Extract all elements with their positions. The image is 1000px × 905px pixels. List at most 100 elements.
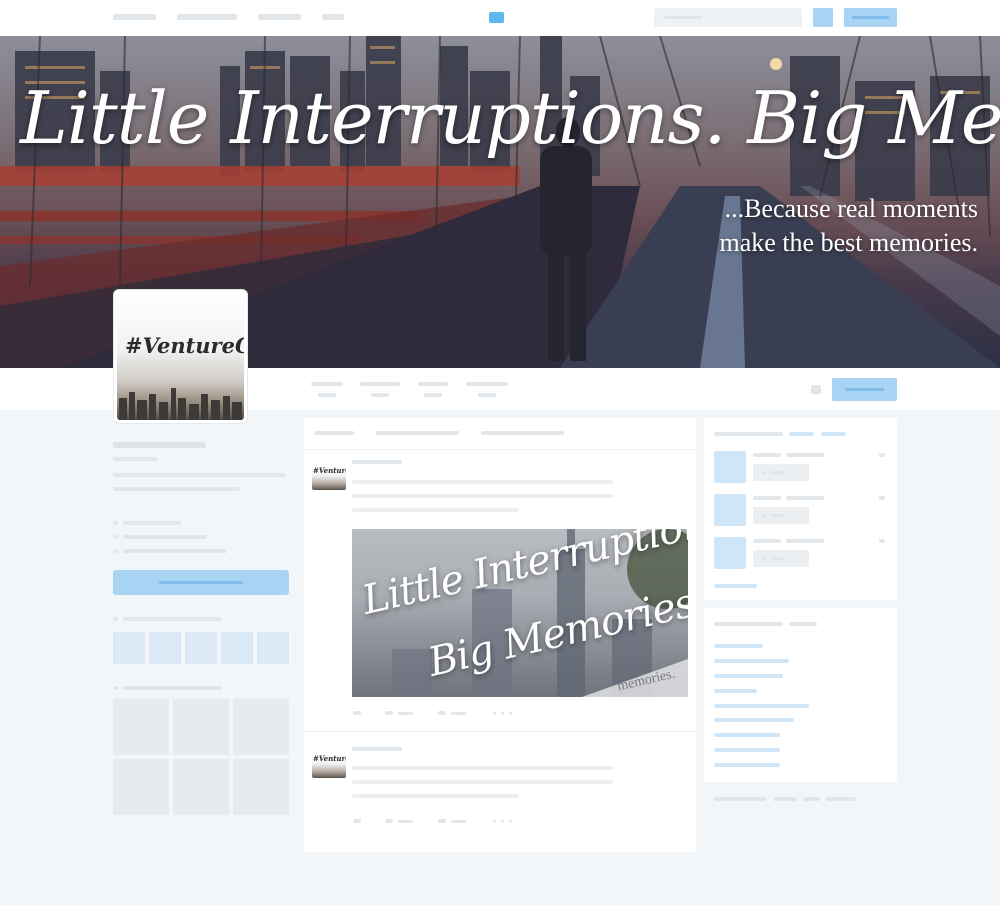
follower-avatar-5[interactable] [257,632,289,664]
suggestion-2-follow-button[interactable] [753,507,809,524]
tweet-1-avatar[interactable]: #VentureOut [312,464,346,490]
footer-link-2[interactable] [773,797,797,801]
settings-gear-icon[interactable] [811,385,821,394]
photos-and-videos-label[interactable] [123,686,222,690]
tweet-button[interactable] [844,8,897,27]
footer-link-3[interactable] [803,797,820,801]
more-dot-3[interactable] [509,820,512,823]
stat-label-4[interactable] [466,382,508,386]
find-friends-link[interactable] [714,584,757,588]
like-count [451,712,466,715]
tab-tweets[interactable] [314,431,354,435]
stat-label-1[interactable] [311,382,343,386]
more-dot-1[interactable] [493,712,496,715]
trends-change-link[interactable] [789,622,817,626]
logo-icon[interactable] [489,12,504,23]
followers-icon [113,617,118,621]
trend-item-5[interactable] [714,704,809,708]
nav-link-4[interactable] [322,14,344,20]
suggestion-1-close-icon[interactable] [879,453,885,457]
tweet-1-author[interactable] [352,460,402,464]
more-dot-2[interactable] [501,712,504,715]
tweet-2[interactable]: #VentureOut [304,732,696,852]
tweet-1-avatar-text: #VentureOut [313,466,346,475]
follow-label [770,557,784,560]
profile-name [113,442,206,448]
follow-button[interactable] [832,378,897,401]
tweet-2-text-line-1 [352,766,613,770]
more-dot-2[interactable] [501,820,504,823]
tweet-1-image[interactable]: Little Interruptions. Big Memories. memo… [352,529,688,697]
suggestion-3-name[interactable] [753,539,781,543]
suggestion-1-handle [786,453,824,457]
follower-avatar-4[interactable] [221,632,253,664]
suggestion-2-close-icon[interactable] [879,496,885,500]
media-tile-6[interactable] [233,759,289,815]
follower-avatar-1[interactable] [113,632,145,664]
like-icon[interactable] [438,819,446,823]
retweet-icon[interactable] [385,819,393,823]
reply-icon[interactable] [353,711,361,715]
media-tile-1[interactable] [113,699,169,755]
calendar-icon [113,549,118,553]
stat-label-2[interactable] [360,382,400,386]
trend-item-8[interactable] [714,748,780,752]
avatar-image: #VentureOut [117,293,244,420]
like-count [451,820,466,823]
banner-headline: Little Interruptions. Big Memories. [20,76,1000,160]
trend-item-6[interactable] [714,718,794,722]
stat-value-4[interactable] [478,393,496,397]
trend-item-4[interactable] [714,689,757,693]
search-input[interactable] [654,8,802,27]
suggestion-2-name[interactable] [753,496,781,500]
stat-value-3[interactable] [424,393,442,397]
profile-avatar[interactable]: #VentureOut [114,290,247,423]
view-all-link[interactable] [821,432,846,436]
trend-item-7[interactable] [714,733,780,737]
retweet-count [398,712,413,715]
media-tile-5[interactable] [173,759,229,815]
nav-link-2[interactable] [177,14,237,20]
trends-card [704,608,897,782]
retweet-count [398,820,413,823]
nav-link-1[interactable] [113,14,156,20]
compose-icon-button[interactable] [813,8,833,27]
suggestion-3-follow-button[interactable] [753,550,809,567]
reply-icon[interactable] [353,819,361,823]
profile-website[interactable] [123,535,207,539]
stat-value-2[interactable] [371,393,389,397]
like-icon[interactable] [438,711,446,715]
trend-item-9[interactable] [714,763,780,767]
more-dot-1[interactable] [493,820,496,823]
trend-item-2[interactable] [714,659,789,663]
suggestion-1-avatar[interactable] [714,451,746,483]
more-dot-3[interactable] [509,712,512,715]
suggestion-1-follow-button[interactable] [753,464,809,481]
suggestion-2-handle [786,496,824,500]
refresh-link[interactable] [789,432,814,436]
message-button[interactable] [113,570,289,595]
retweet-icon[interactable] [385,711,393,715]
trend-item-1[interactable] [714,644,763,648]
suggestion-1-name[interactable] [753,453,781,457]
followers-you-know-label[interactable] [123,617,222,621]
suggestion-3-avatar[interactable] [714,537,746,569]
media-tile-3[interactable] [233,699,289,755]
stat-value-1[interactable] [318,393,336,397]
tweet-2-author[interactable] [352,747,402,751]
tab-media[interactable] [481,431,564,435]
tab-tweets-and-replies[interactable] [376,431,459,435]
suggestion-3-close-icon[interactable] [879,539,885,543]
avatar-skyline [119,388,242,420]
follower-avatar-2[interactable] [149,632,181,664]
trend-item-3[interactable] [714,674,783,678]
footer-link-1[interactable] [714,797,766,801]
media-tile-4[interactable] [113,759,169,815]
media-tile-2[interactable] [173,699,229,755]
footer-link-4[interactable] [826,797,856,801]
tweet-2-avatar[interactable]: #VentureOut [312,752,346,778]
nav-link-3[interactable] [258,14,301,20]
suggestion-2-avatar[interactable] [714,494,746,526]
follower-avatar-3[interactable] [185,632,217,664]
stat-label-3[interactable] [418,382,448,386]
